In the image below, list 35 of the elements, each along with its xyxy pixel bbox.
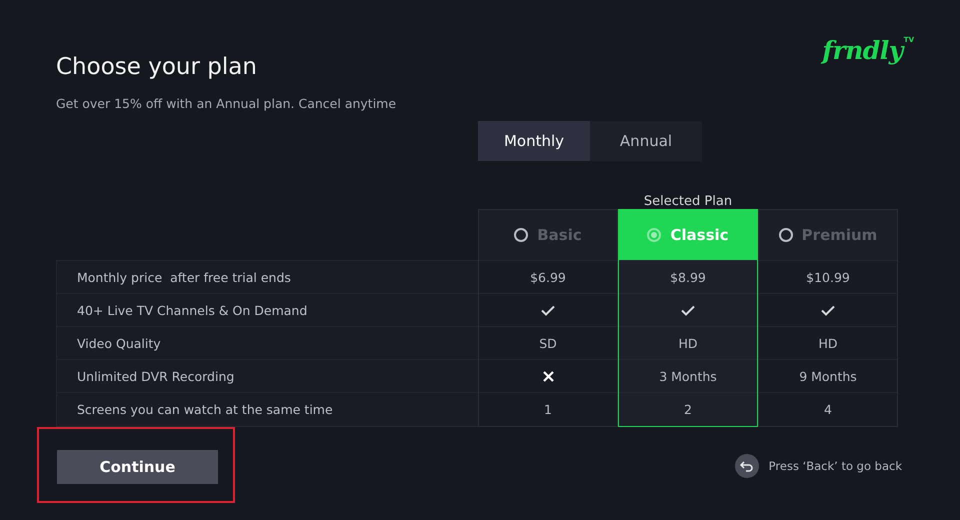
check-icon <box>821 304 835 316</box>
table-cell: 3 Months <box>619 359 757 392</box>
feature-label: Video Quality <box>57 327 478 360</box>
billing-tab[interactable]: Monthly <box>478 121 590 161</box>
table-cell: $6.99 <box>479 260 617 293</box>
feature-label: Monthly price after free trial ends <box>57 261 478 294</box>
feature-label: Screens you can watch at the same time <box>76 401 334 419</box>
logo-text: frndly <box>822 36 903 65</box>
radio-button[interactable] <box>778 228 793 242</box>
check-icon <box>681 304 695 316</box>
plan-name: Premium <box>802 226 878 244</box>
back-hint: Press ‘Back’ to go back <box>768 459 902 473</box>
plan-column[interactable]: Premium $10.99 HD 9 Months 4 <box>758 209 898 427</box>
subtitle: Get over 15% off with an Annual plan. Cancel anytime <box>56 96 396 111</box>
feature-label: 40+ Live TV Channels & On Demand <box>57 294 478 327</box>
table-cell: 2 <box>619 392 757 425</box>
radio-button[interactable] <box>514 228 528 242</box>
continue-button[interactable]: Continue <box>57 450 218 484</box>
plan-name: Classic <box>670 226 729 244</box>
cross-icon <box>542 370 554 382</box>
table-cell: HD <box>759 326 897 359</box>
table-cell: HD <box>619 326 757 359</box>
feature-label: Unlimited DVR Recording <box>57 360 478 393</box>
back-icon <box>734 454 759 478</box>
table-cell: 4 <box>759 392 897 425</box>
table-cell: $8.99 <box>619 260 757 293</box>
plan-column[interactable]: Basic $6.99 SD 1 <box>478 209 618 427</box>
plan-name: Basic <box>537 226 582 244</box>
table-cell: $10.99 <box>759 260 897 293</box>
check-icon <box>541 304 555 316</box>
table-cell: 1 <box>479 392 617 425</box>
table-cell: SD <box>479 326 617 359</box>
page-title: Choose your plan <box>56 54 258 80</box>
table-cell: 9 Months <box>759 359 897 392</box>
selected-plan-label: Selected Plan <box>642 194 734 209</box>
